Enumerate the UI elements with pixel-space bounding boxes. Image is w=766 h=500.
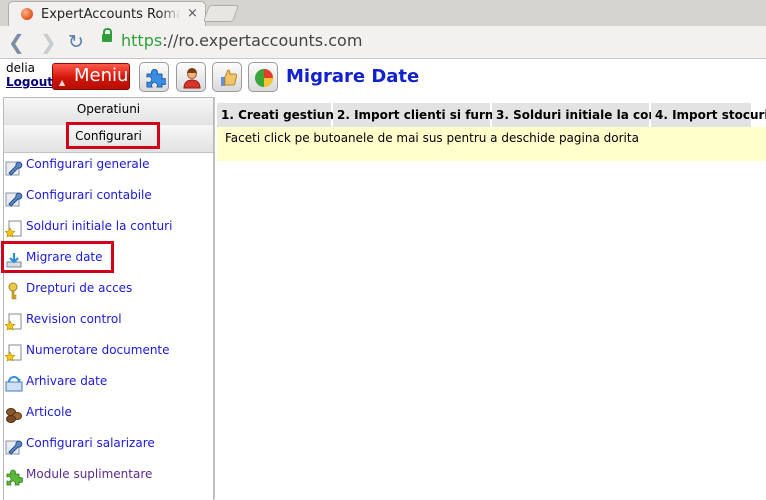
- address-bar[interactable]: https://ro.expertaccounts.com: [121, 31, 362, 50]
- chart-button[interactable]: [248, 62, 278, 92]
- document-star-icon: [5, 220, 22, 238]
- pie-chart-icon: [255, 69, 273, 87]
- logout-link[interactable]: Logout: [6, 75, 53, 89]
- info-message: Faceti click pe butoanele de mai sus pen…: [225, 131, 639, 145]
- close-tab-icon[interactable]: ×: [187, 6, 198, 21]
- user-button[interactable]: [176, 62, 206, 92]
- sidebar-item-label: Revision control: [26, 312, 122, 326]
- tab-import-stocuri[interactable]: 4. Import stocuri: [651, 103, 766, 127]
- user-icon: [183, 68, 201, 89]
- browser-tab[interactable]: ExpertAccounts Romania ×: [8, 1, 206, 26]
- site-favicon-icon: [21, 8, 33, 20]
- sidebar-item-label: Solduri initiale la conturi: [26, 219, 173, 233]
- thumbs-up-button[interactable]: [212, 62, 242, 92]
- sidebar-item-label: Configurari generale: [26, 157, 150, 171]
- wrench-icon: [5, 440, 23, 455]
- content-divider: [214, 97, 215, 499]
- tab-import-clienti[interactable]: 2. Import clienti si furnizori: [333, 103, 523, 127]
- menu-arrow-icon: ▲: [59, 78, 66, 87]
- document-star-icon: [5, 313, 22, 331]
- wrench-icon: [5, 161, 23, 176]
- user-name: delia: [6, 61, 36, 75]
- reload-icon[interactable]: ↻: [68, 32, 84, 52]
- info-bar: Faceti click pe butoanele de mai sus pen…: [217, 127, 766, 161]
- sidebar-item-label: Numerotare documente: [26, 343, 170, 357]
- url-scheme: https: [121, 31, 163, 50]
- wrench-icon: [5, 192, 23, 207]
- sidebar-item-label: Configurari contabile: [26, 188, 152, 202]
- sidebar-item-label: Arhivare date: [26, 374, 108, 388]
- beans-icon: [6, 408, 22, 423]
- puzzle-button[interactable]: [139, 62, 169, 92]
- forward-arrow-icon[interactable]: ❯: [40, 32, 57, 52]
- thumbs-up-icon: [221, 69, 238, 86]
- puzzle-icon: [146, 68, 166, 88]
- browser-tab-title: ExpertAccounts Romania: [41, 7, 181, 22]
- menu-button[interactable]: ▲ Meniu: [52, 63, 130, 90]
- tab-solduri-initiale[interactable]: 3. Solduri initiale la conturi: [492, 103, 681, 127]
- highlight-migrare-date: [1, 241, 114, 273]
- archive-icon: [5, 376, 23, 392]
- tab-creati-gestiunile[interactable]: 1. Creati gestiunile: [217, 103, 350, 127]
- new-tab-button[interactable]: [202, 5, 240, 22]
- browser-tab-strip: ExpertAccounts Romania ×: [0, 0, 766, 26]
- highlight-configurari: [66, 122, 160, 149]
- sidebar-item-label: Configurari salarizare: [26, 436, 155, 450]
- page-title: Migrare Date: [286, 66, 420, 87]
- browser-toolbar: ❮ ❯ ↻ https://ro.expertaccounts.com: [0, 26, 766, 59]
- url-host: ://ro.expertaccounts.com: [162, 31, 363, 50]
- sidebar-item-label: Articole: [26, 405, 72, 419]
- back-arrow-icon[interactable]: ❮: [8, 32, 25, 52]
- menu-button-label: Meniu: [74, 65, 129, 86]
- key-icon: [8, 282, 18, 300]
- document-star-icon: [5, 344, 22, 362]
- sidebar-item-label: Drepturi de acces: [26, 281, 133, 295]
- lock-icon: [102, 28, 112, 42]
- sidebar-item-label: Module suplimentare: [26, 467, 153, 481]
- puzzle-green-icon: [6, 469, 23, 486]
